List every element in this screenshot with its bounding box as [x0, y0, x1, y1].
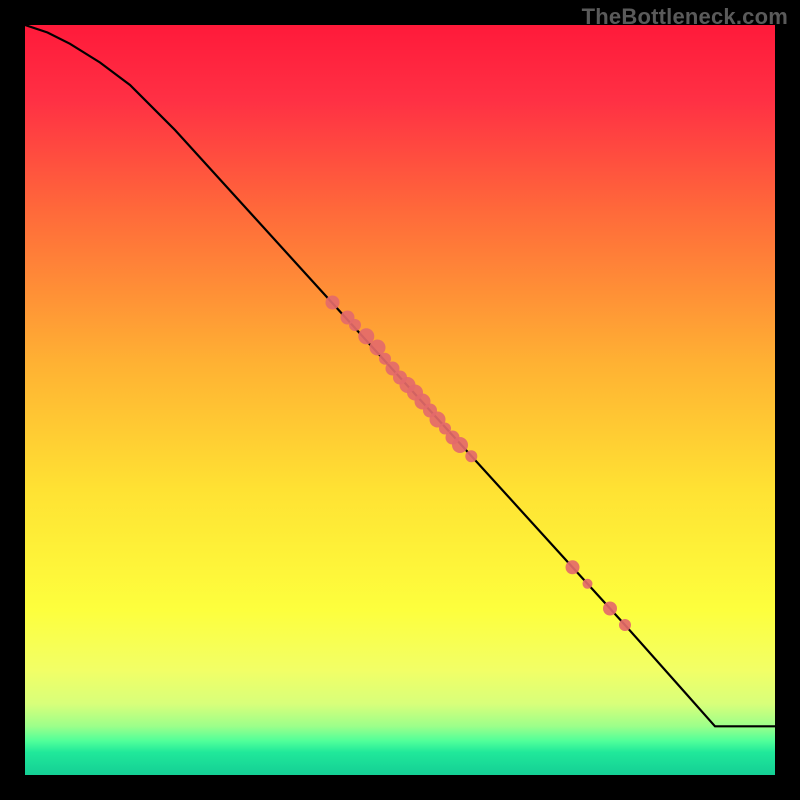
data-point	[452, 437, 468, 453]
data-point	[583, 579, 593, 589]
plot-area	[25, 25, 775, 775]
data-point	[465, 450, 477, 462]
data-point	[349, 319, 361, 331]
chart-stage: TheBottleneck.com	[0, 0, 800, 800]
gradient-background	[25, 25, 775, 775]
data-point	[619, 619, 631, 631]
data-point	[603, 602, 617, 616]
data-point	[566, 560, 580, 574]
chart-svg	[25, 25, 775, 775]
data-point	[326, 296, 340, 310]
